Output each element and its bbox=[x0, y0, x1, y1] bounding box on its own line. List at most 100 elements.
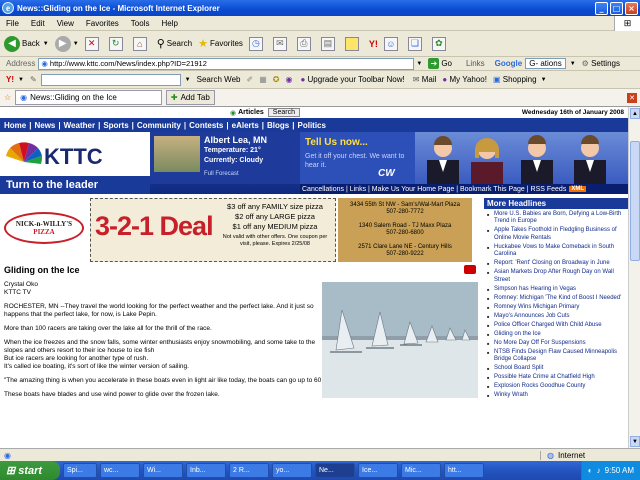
headline-item[interactable]: Apple Takes Foothold in Fledgling Busine… bbox=[484, 227, 628, 242]
yahoo-shopping-button[interactable]: ▣ Shopping bbox=[493, 75, 537, 84]
xml-badge[interactable]: XML bbox=[569, 186, 586, 192]
headline-item[interactable]: Asian Markets Drop After Rough Day on Wa… bbox=[484, 269, 628, 284]
nav-sports[interactable]: Sports bbox=[103, 121, 128, 130]
messenger-icon[interactable]: ☺ bbox=[383, 36, 398, 51]
menu-view[interactable]: View bbox=[51, 19, 80, 28]
favorites-button[interactable]: ★ Favorites bbox=[198, 37, 243, 50]
history-icon[interactable]: ◷ bbox=[248, 36, 263, 51]
menu-help[interactable]: Help bbox=[155, 19, 183, 28]
scroll-down-arrow[interactable]: ▼ bbox=[630, 436, 640, 447]
menu-tools[interactable]: Tools bbox=[125, 19, 156, 28]
chevron-down-icon[interactable]: ▼ bbox=[185, 77, 191, 83]
weather-widget[interactable]: Albert Lea, MN Temperature: 21° Currentl… bbox=[150, 132, 300, 184]
yahoo-mail-button[interactable]: ✉ Mail bbox=[413, 75, 437, 84]
upgrade-toolbar-link[interactable]: ● Upgrade your Toolbar Now! bbox=[300, 75, 404, 84]
taskbar-button[interactable]: 2 R... bbox=[229, 463, 269, 478]
close-tab-icon[interactable]: ✕ bbox=[627, 92, 637, 103]
vertical-scrollbar[interactable]: ▲ ▼ bbox=[628, 107, 640, 448]
tab-star-icon[interactable]: ☆ bbox=[4, 93, 11, 102]
headline-item[interactable]: Huckabee Vows to Make Comeback in South … bbox=[484, 244, 628, 259]
headline-item[interactable]: Romney Wins Michigan Primary bbox=[484, 304, 628, 312]
radio-icon[interactable]: ◉ bbox=[230, 109, 236, 117]
nav-contests[interactable]: Contests bbox=[189, 121, 223, 130]
taskbar-button[interactable]: Wi... bbox=[143, 463, 183, 478]
nav-home[interactable]: Home bbox=[4, 121, 26, 130]
headline-item[interactable]: Mayo's Announces Job Cuts bbox=[484, 313, 628, 321]
research-icon[interactable]: ❏ bbox=[407, 36, 422, 51]
headline-item[interactable]: Police Officer Charged With Child Abuse bbox=[484, 322, 628, 330]
settings-button[interactable]: ⚙ Settings bbox=[582, 59, 620, 68]
highlight-icon[interactable]: ▦ bbox=[259, 75, 267, 84]
minimize-button[interactable]: _ bbox=[595, 1, 608, 15]
menu-edit[interactable]: Edit bbox=[25, 19, 51, 28]
scroll-up-arrow[interactable]: ▲ bbox=[630, 108, 640, 119]
taskbar-button-active[interactable]: Ne... bbox=[315, 463, 355, 478]
chevron-down-icon[interactable]: ▼ bbox=[570, 61, 576, 67]
chevron-down-icon[interactable]: ▼ bbox=[541, 77, 547, 83]
taskbar-button[interactable]: htt... bbox=[444, 463, 484, 478]
start-button[interactable]: ⊞ start bbox=[0, 461, 60, 480]
taskbar-button[interactable]: Spi... bbox=[63, 463, 97, 478]
bookmark-icon[interactable]: ✪ bbox=[273, 75, 280, 84]
nav-blogs[interactable]: Blogs bbox=[267, 121, 289, 130]
nav-community[interactable]: Community bbox=[137, 121, 181, 130]
full-forecast-link[interactable]: Full Forecast bbox=[204, 171, 239, 177]
chevron-down-icon[interactable]: ▼ bbox=[416, 61, 422, 67]
google-search-box[interactable]: G- ations bbox=[525, 58, 566, 69]
menu-favorites[interactable]: Favorites bbox=[80, 19, 125, 28]
edit-icon[interactable]: ▤ bbox=[320, 36, 335, 51]
taskbar-button[interactable]: yo... bbox=[272, 463, 312, 478]
my-yahoo-button[interactable]: ● My Yahoo! bbox=[442, 75, 487, 84]
yahoo-games-icon[interactable]: ◉ bbox=[285, 75, 292, 84]
headline-item[interactable]: Possible Hate Crime at Chatfield High bbox=[484, 374, 628, 382]
pizza-ad[interactable]: NICK-n-WILLY'S PIZZA 3-2-1 Deal $3 off a… bbox=[4, 198, 476, 262]
pencil-icon[interactable]: ✎ bbox=[30, 75, 37, 84]
refresh-icon[interactable]: ↻ bbox=[108, 36, 123, 51]
taskbar-button[interactable]: Ice... bbox=[358, 463, 398, 478]
headline-item[interactable]: Gliding on the Ice bbox=[484, 331, 628, 339]
go-button[interactable]: ➔ Go bbox=[428, 58, 452, 69]
menu-file[interactable]: File bbox=[0, 19, 25, 28]
kttc-logo[interactable]: KTTC Turn to the leader bbox=[0, 132, 150, 194]
headline-item[interactable]: Winky Wrath bbox=[484, 392, 628, 400]
headline-item[interactable]: No More Day Off For Suspensions bbox=[484, 340, 628, 348]
links-button[interactable]: Links bbox=[466, 59, 485, 68]
home-icon[interactable]: ⌂ bbox=[132, 36, 147, 51]
yahoo-search-input[interactable] bbox=[40, 73, 181, 86]
stop-icon[interactable]: ✕ bbox=[84, 36, 99, 51]
search-button[interactable]: ⚲ Search bbox=[157, 37, 192, 50]
search-web-button[interactable]: Search Web bbox=[197, 75, 241, 84]
taskbar-button[interactable]: Mic... bbox=[401, 463, 441, 478]
forward-button[interactable]: ▶ ▼ bbox=[54, 35, 79, 52]
nav-news[interactable]: News bbox=[34, 121, 55, 130]
headline-item[interactable]: More U.S. Babies are Born, Defying a Low… bbox=[484, 211, 628, 226]
headline-item[interactable]: Report: 'Rent' Closing on Broadway in Ju… bbox=[484, 260, 628, 268]
tray-icon[interactable]: ◐ bbox=[588, 466, 593, 475]
yahoo-toolbar-icon[interactable]: Y! bbox=[369, 39, 378, 49]
nav-weather[interactable]: Weather bbox=[64, 121, 95, 130]
taskbar-button[interactable]: Inb... bbox=[186, 463, 226, 478]
add-tab-button[interactable]: ✚ Add Tab bbox=[165, 90, 215, 105]
chevron-down-icon[interactable]: ▼ bbox=[18, 77, 24, 83]
headline-item[interactable]: NTSB Finds Design Flaw Caused Minneapoli… bbox=[484, 349, 628, 364]
address-input[interactable]: ◉ http://www.kttc.com/News/index.php?ID=… bbox=[38, 57, 415, 70]
print-icon[interactable]: ⎙ bbox=[296, 36, 311, 51]
tab-current[interactable]: ◉ News::Gliding on the Ice bbox=[15, 90, 162, 105]
back-button[interactable]: ◀ Back ▼ bbox=[4, 35, 49, 52]
mail-icon[interactable]: ✉ bbox=[272, 36, 287, 51]
site-search-button[interactable]: Search bbox=[267, 108, 300, 117]
taskbar-button[interactable]: wc... bbox=[100, 463, 140, 478]
headline-item[interactable]: School Board Split bbox=[484, 365, 628, 373]
msn-icon[interactable]: ✿ bbox=[431, 36, 446, 51]
scroll-thumb[interactable] bbox=[630, 141, 640, 261]
pencil-icon[interactable]: ✐ bbox=[246, 75, 253, 84]
headline-item[interactable]: Romney: Michigan 'The Kind of Boost I Ne… bbox=[484, 295, 628, 303]
volume-icon[interactable]: ♪ bbox=[597, 466, 601, 475]
video-camera-icon[interactable] bbox=[464, 265, 476, 274]
notes-icon[interactable] bbox=[344, 36, 359, 51]
nav-ealerts[interactable]: eAlerts bbox=[232, 121, 259, 130]
close-button[interactable]: × bbox=[625, 1, 638, 15]
maximize-button[interactable]: □ bbox=[610, 1, 623, 15]
clock[interactable]: 9:50 AM bbox=[605, 466, 634, 475]
nav-politics[interactable]: Politics bbox=[298, 121, 326, 130]
